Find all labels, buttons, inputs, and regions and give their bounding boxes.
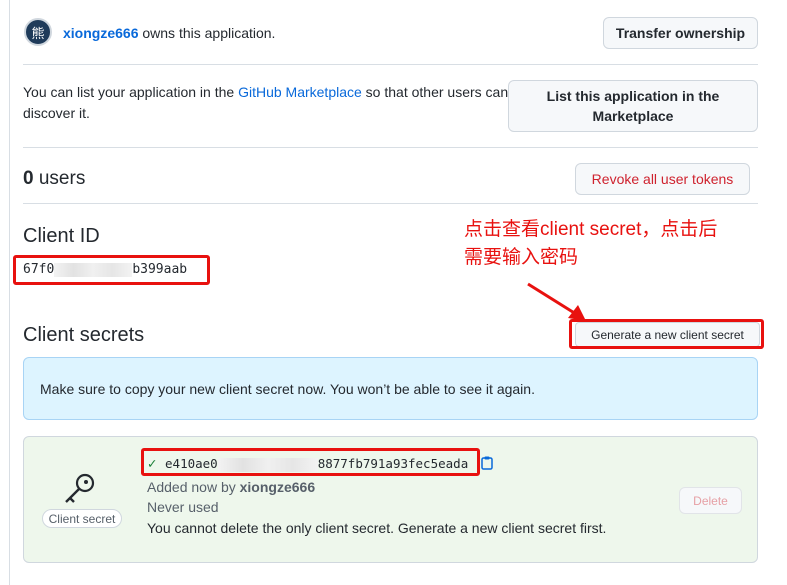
flash-notice: Make sure to copy your new client secret…: [23, 357, 758, 420]
never-used-text: Never used: [147, 499, 219, 515]
users-count-heading: 0 users: [23, 168, 85, 190]
annotation-line-2: 需要输入密码: [464, 247, 579, 268]
divider: [23, 147, 758, 148]
delete-secret-button[interactable]: Delete: [679, 487, 742, 514]
added-by-line: Added now by xiongze666: [147, 478, 315, 496]
marketplace-description: You can list your application in the Git…: [23, 82, 513, 124]
revoke-all-user-tokens-button[interactable]: Revoke all user tokens: [575, 163, 750, 195]
key-icon: [65, 473, 95, 503]
annotation-text: 点击查看client secret，点击后 需要输入密码: [464, 216, 717, 272]
cannot-delete-note: You cannot delete the only client secret…: [147, 520, 607, 536]
divider: [23, 64, 758, 65]
marketplace-text-3: discover it.: [23, 105, 90, 121]
added-text: Added now by: [147, 479, 240, 495]
owner-line: xiongze666 owns this application.: [63, 24, 275, 42]
github-marketplace-link[interactable]: GitHub Marketplace: [238, 84, 362, 100]
highlight-box-client-id: [13, 255, 210, 285]
client-secret-badge: Client secret: [42, 509, 122, 528]
client-id-heading: Client ID: [23, 225, 100, 247]
marketplace-text-2: so that other users can: [361, 84, 509, 100]
highlight-box-generate: [569, 319, 764, 349]
users-count: 0: [23, 168, 34, 189]
owner-text: owns this application.: [138, 25, 276, 41]
owner-username-link[interactable]: xiongze666: [63, 25, 138, 41]
divider: [23, 203, 758, 204]
client-secrets-heading: Client secrets: [23, 324, 145, 346]
transfer-ownership-button[interactable]: Transfer ownership: [603, 17, 758, 49]
marketplace-text: You can list your application in the: [23, 84, 239, 100]
added-by-user: xiongze666: [239, 479, 316, 495]
list-in-marketplace-button[interactable]: List this application in the Marketplace: [508, 80, 758, 132]
highlight-box-secret: [141, 448, 480, 476]
copy-icon[interactable]: [481, 456, 493, 470]
users-label: users: [33, 168, 86, 189]
annotation-line-1: 点击查看client secret，点击后: [464, 219, 718, 240]
owner-avatar[interactable]: 熊: [24, 18, 52, 46]
left-border: [9, 0, 10, 585]
